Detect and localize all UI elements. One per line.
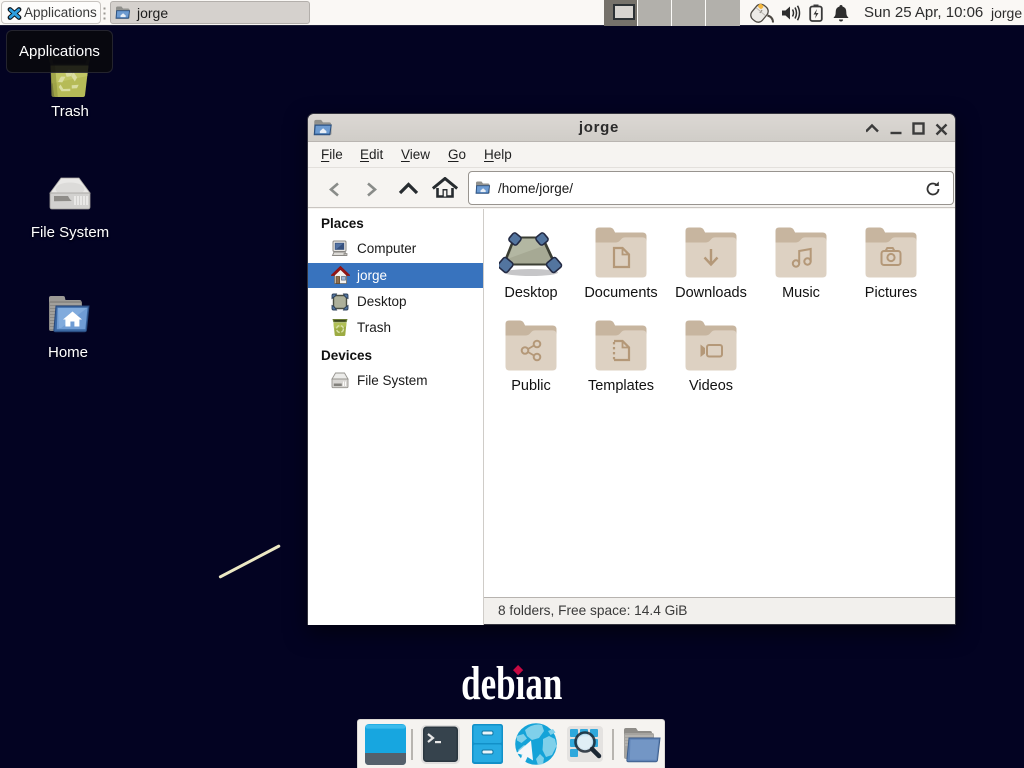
- svg-text:debıan: debıan: [461, 657, 562, 709]
